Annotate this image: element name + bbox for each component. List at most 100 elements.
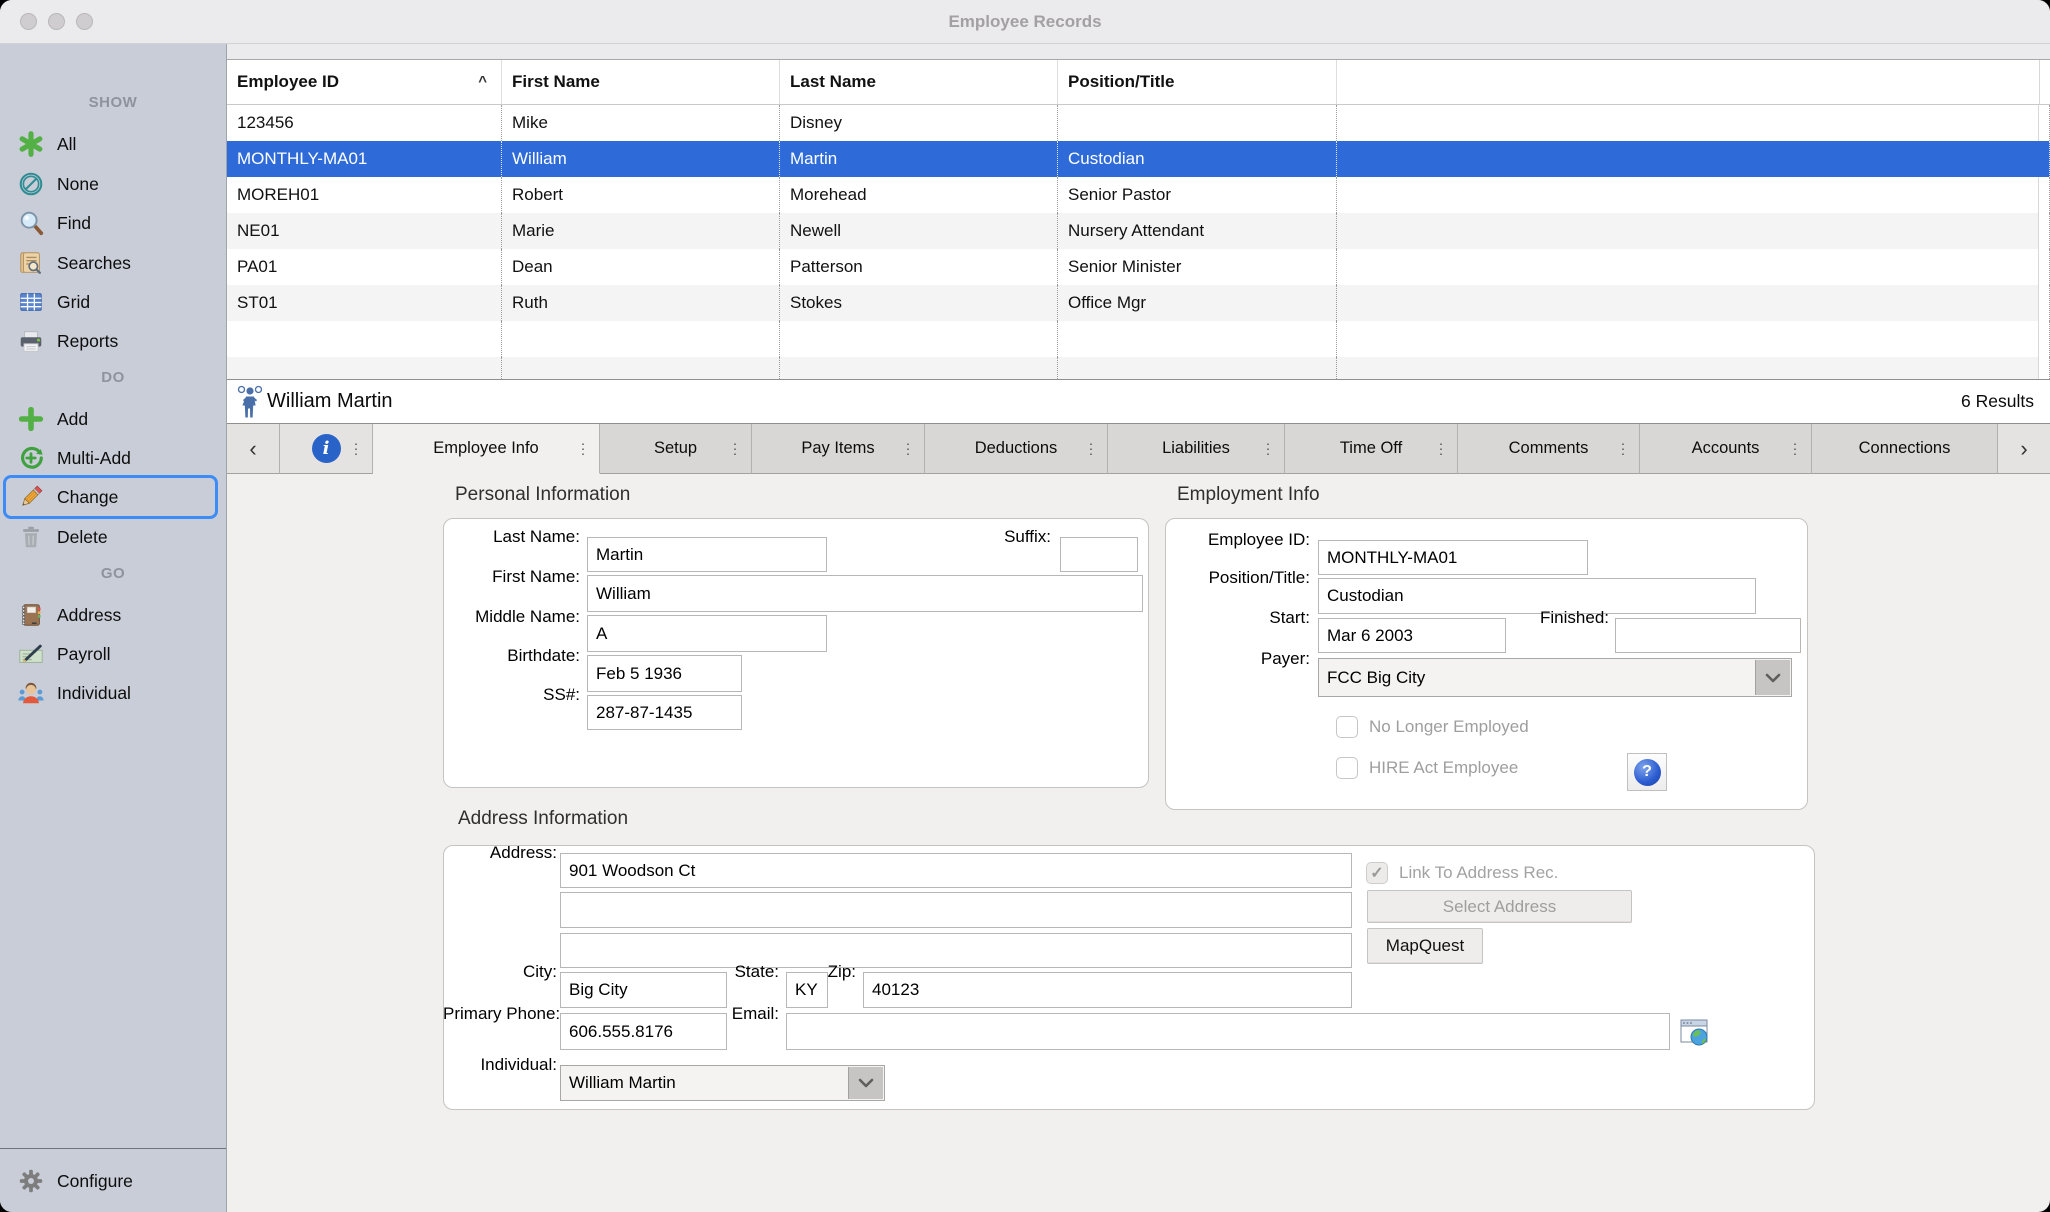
table-scrollbar-gutter (2039, 60, 2050, 104)
tab-connections[interactable]: Connections (1812, 424, 1998, 474)
table-row[interactable]: 123456 Mike Disney (227, 105, 2050, 141)
sidebar-item-reports[interactable]: Reports (0, 322, 226, 360)
zip-field[interactable] (863, 972, 1352, 1008)
address-information-title: Address Information (458, 808, 628, 830)
sidebar-item-payroll[interactable]: Payroll (0, 635, 226, 673)
sidebar: SHOW All None Find (0, 44, 227, 1212)
column-header-employee-id[interactable]: Employee ID ^ (227, 60, 502, 104)
email-label: Email: (679, 995, 779, 1032)
payer-label: Payer: (1165, 640, 1310, 678)
info-icon: i (312, 434, 341, 463)
sidebar-footer-divider (0, 1148, 226, 1149)
window-title: Employee Records (0, 0, 2050, 44)
sidebar-section-do: DO (0, 369, 226, 386)
employee-id-field[interactable] (1318, 540, 1588, 575)
sidebar-item-change[interactable]: Change (0, 478, 226, 516)
table-row[interactable]: ST01 Ruth Stokes Office Mgr (227, 285, 2050, 321)
sidebar-item-all[interactable]: All (0, 125, 226, 163)
tab-menu-dots-icon[interactable]: ⋮ (728, 440, 742, 457)
birthdate-field[interactable] (587, 655, 742, 692)
column-header-last-name[interactable]: Last Name (780, 60, 1058, 104)
table-row-empty[interactable] (227, 321, 2050, 357)
plus-icon (16, 404, 46, 434)
tab-setup[interactable]: Setup ⋮ (600, 424, 752, 474)
finished-date-field[interactable] (1615, 618, 1801, 653)
scroll-search-icon (16, 248, 46, 278)
hire-act-employee-checkbox[interactable] (1336, 757, 1358, 779)
sort-ascending-indicator[interactable]: ^ (478, 60, 487, 104)
address-line2-field[interactable] (560, 892, 1352, 928)
first-name-label: First Name: (443, 558, 580, 595)
tab-info[interactable]: i ⋮ (280, 424, 373, 474)
tabs-scroll-left-button[interactable]: ‹ (227, 424, 280, 474)
table-row[interactable]: MOREH01 Robert Morehead Senior Pastor (227, 177, 2050, 213)
sidebar-item-searches[interactable]: Searches (0, 244, 226, 282)
column-header-first-name[interactable]: First Name (502, 60, 780, 104)
start-date-label: Start: (1165, 600, 1310, 635)
suffix-field[interactable] (1060, 537, 1138, 572)
sidebar-item-address[interactable]: Address (0, 596, 226, 634)
no-longer-employed-checkbox[interactable] (1336, 716, 1358, 738)
tab-liabilities[interactable]: Liabilities ⋮ (1108, 424, 1285, 474)
tab-menu-dots-icon[interactable]: ⋮ (1616, 440, 1630, 457)
open-in-browser-icon[interactable] (1680, 1019, 1710, 1052)
chevron-down-icon[interactable] (848, 1067, 883, 1099)
tab-menu-dots-icon[interactable]: ⋮ (1788, 440, 1802, 457)
tab-menu-dots-icon[interactable]: ⋮ (1434, 440, 1448, 457)
tab-employee-info[interactable]: Employee Info ⋮ (373, 424, 600, 474)
ssn-field[interactable] (587, 695, 742, 730)
sidebar-item-delete[interactable]: Delete (0, 518, 226, 556)
last-name-label: Last Name: (443, 519, 580, 554)
sidebar-item-multi-add[interactable]: Multi-Add (0, 439, 226, 477)
sidebar-item-grid[interactable]: Grid (0, 283, 226, 321)
last-name-field[interactable] (587, 537, 827, 572)
sidebar-item-configure[interactable]: Configure (0, 1162, 226, 1200)
person-icon (16, 678, 46, 708)
address-line1-field[interactable] (560, 853, 1352, 888)
table-header: Employee ID ^ First Name Last Name Posit… (227, 59, 2050, 105)
sidebar-item-none[interactable]: None (0, 165, 226, 203)
employee-records-window: Employee Records SHOW All None (0, 0, 2050, 1212)
table-row[interactable]: NE01 Marie Newell Nursery Attendant (227, 213, 2050, 249)
tab-menu-dots-icon[interactable]: ⋮ (349, 440, 363, 457)
title-bar: Employee Records (0, 0, 2050, 44)
email-field[interactable] (786, 1013, 1670, 1050)
mapquest-button[interactable]: MapQuest (1367, 928, 1483, 964)
suffix-label: Suffix: (961, 519, 1051, 554)
tabs-scroll-right-button[interactable]: › (1998, 424, 2050, 474)
select-address-button[interactable]: Select Address (1367, 890, 1632, 923)
primary-phone-label: Primary Phone: (443, 995, 557, 1032)
ssn-label: SS#: (443, 677, 580, 712)
first-name-field[interactable] (587, 575, 1143, 612)
tab-bar: ‹ i ⋮ Employee Info ⋮ Setup ⋮ Pay Items … (227, 424, 2050, 474)
hire-act-help-button[interactable]: ? (1627, 753, 1667, 791)
column-header-position-title[interactable]: Position/Title (1058, 60, 1337, 104)
no-longer-employed-label: No Longer Employed (1369, 716, 1529, 738)
link-to-address-checkbox[interactable]: ✓ (1366, 862, 1388, 884)
employment-info-title: Employment Info (1177, 484, 1320, 506)
tab-pay-items[interactable]: Pay Items ⋮ (752, 424, 925, 474)
address-label: Address: (443, 835, 557, 870)
table-row[interactable]: PA01 Dean Patterson Senior Minister (227, 249, 2050, 285)
tab-menu-dots-icon[interactable]: ⋮ (576, 440, 590, 457)
multi-add-icon (16, 443, 46, 473)
personal-information-title: Personal Information (455, 484, 630, 506)
individual-dropdown[interactable]: William Martin (560, 1065, 885, 1101)
sidebar-item-add[interactable]: Add (0, 400, 226, 438)
tab-deductions[interactable]: Deductions ⋮ (925, 424, 1108, 474)
tab-time-off[interactable]: Time Off ⋮ (1285, 424, 1458, 474)
sidebar-item-find[interactable]: Find (0, 204, 226, 242)
payer-dropdown[interactable]: FCC Big City (1318, 658, 1792, 697)
asterisk-icon (16, 129, 46, 159)
start-date-field[interactable] (1318, 618, 1506, 653)
middle-name-field[interactable] (587, 615, 827, 652)
state-label: State: (679, 954, 779, 990)
sidebar-item-individual[interactable]: Individual (0, 674, 226, 712)
tab-accounts[interactable]: Accounts ⋮ (1640, 424, 1812, 474)
tab-menu-dots-icon[interactable]: ⋮ (1084, 440, 1098, 457)
chevron-down-icon[interactable] (1755, 660, 1790, 695)
table-row-selected[interactable]: MONTHLY-MA01 William Martin Custodian (227, 141, 2050, 177)
tab-menu-dots-icon[interactable]: ⋮ (901, 440, 915, 457)
tab-comments[interactable]: Comments ⋮ (1458, 424, 1640, 474)
tab-menu-dots-icon[interactable]: ⋮ (1261, 440, 1275, 457)
